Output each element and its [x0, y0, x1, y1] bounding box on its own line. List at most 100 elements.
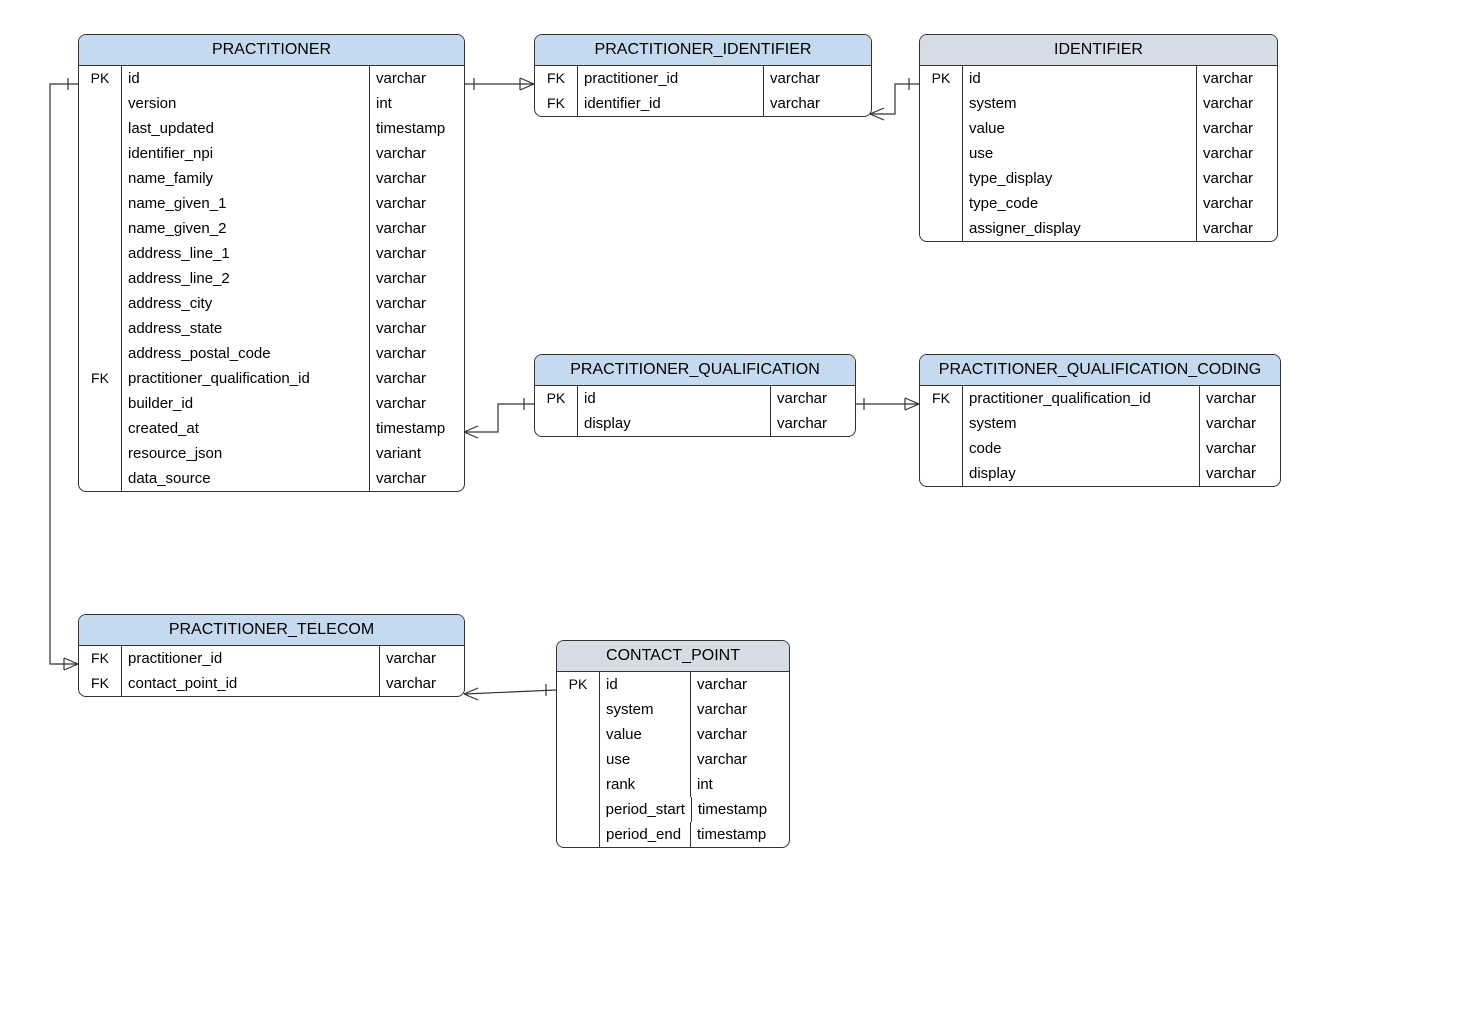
column-key: [79, 341, 122, 366]
column-name: address_state: [122, 316, 370, 341]
entity-row: assigner_displayvarchar: [920, 216, 1277, 241]
entity-row: valuevarchar: [920, 116, 1277, 141]
entity-row: last_updatedtimestamp: [79, 116, 464, 141]
entity-row: usevarchar: [920, 141, 1277, 166]
column-key: FK: [79, 671, 122, 696]
entity-row: FKpractitioner_qualification_idvarchar: [79, 366, 464, 391]
column-name: identifier_id: [578, 91, 764, 116]
column-name: assigner_display: [963, 216, 1197, 241]
entity-row: address_line_2varchar: [79, 266, 464, 291]
column-name: display: [963, 461, 1200, 486]
column-name: name_family: [122, 166, 370, 191]
column-key: [920, 436, 963, 461]
column-type: variant: [370, 441, 464, 466]
entity-row: codevarchar: [920, 436, 1280, 461]
entity-row: displayvarchar: [535, 411, 855, 436]
column-key: [920, 216, 963, 241]
entity-identifier: IDENTIFIERPKidvarcharsystemvarcharvaluev…: [919, 34, 1278, 242]
column-key: [920, 166, 963, 191]
column-name: use: [600, 747, 691, 772]
column-type: varchar: [370, 291, 464, 316]
column-type: varchar: [370, 241, 464, 266]
column-key: [79, 316, 122, 341]
entity-row: FKpractitioner_qualification_idvarchar: [920, 386, 1280, 411]
column-type: timestamp: [370, 416, 464, 441]
entity-practitioner: PRACTITIONERPKidvarcharversionintlast_up…: [78, 34, 465, 492]
column-type: varchar: [370, 216, 464, 241]
column-type: varchar: [1200, 386, 1280, 411]
entity-row: valuevarchar: [557, 722, 789, 747]
column-type: varchar: [1197, 141, 1277, 166]
column-name: practitioner_id: [578, 66, 764, 91]
entity-row: FKpractitioner_idvarchar: [535, 66, 871, 91]
column-key: [79, 116, 122, 141]
column-name: practitioner_qualification_id: [963, 386, 1200, 411]
entity-row: PKidvarchar: [920, 66, 1277, 91]
column-key: [79, 241, 122, 266]
column-type: varchar: [771, 386, 855, 411]
column-name: practitioner_id: [122, 646, 380, 671]
column-key: PK: [920, 66, 963, 91]
column-name: id: [600, 672, 691, 697]
entity-row: systemvarchar: [920, 91, 1277, 116]
column-key: PK: [535, 386, 578, 411]
column-type: varchar: [771, 411, 855, 436]
column-type: varchar: [370, 141, 464, 166]
entity-row: address_line_1varchar: [79, 241, 464, 266]
entity-row: systemvarchar: [557, 697, 789, 722]
entity-row: rankint: [557, 772, 789, 797]
column-key: [79, 216, 122, 241]
column-key: FK: [535, 66, 578, 91]
column-type: varchar: [691, 697, 789, 722]
column-name: data_source: [122, 466, 370, 491]
column-name: address_line_1: [122, 241, 370, 266]
entity-header: PRACTITIONER_TELECOM: [79, 615, 464, 646]
column-key: [557, 722, 600, 747]
column-type: varchar: [370, 191, 464, 216]
column-name: practitioner_qualification_id: [122, 366, 370, 391]
entity-row: resource_jsonvariant: [79, 441, 464, 466]
column-key: [920, 141, 963, 166]
entity-header: CONTACT_POINT: [557, 641, 789, 672]
column-name: code: [963, 436, 1200, 461]
entity-row: address_statevarchar: [79, 316, 464, 341]
column-type: varchar: [380, 671, 464, 696]
column-type: varchar: [764, 66, 871, 91]
column-key: PK: [79, 66, 122, 91]
column-type: varchar: [370, 466, 464, 491]
entity-row: type_displayvarchar: [920, 166, 1277, 191]
column-type: varchar: [1197, 166, 1277, 191]
column-key: [79, 91, 122, 116]
column-key: [535, 411, 578, 436]
entity-row: usevarchar: [557, 747, 789, 772]
entity-row: name_given_2varchar: [79, 216, 464, 241]
column-key: FK: [920, 386, 963, 411]
column-name: resource_json: [122, 441, 370, 466]
entity-row: FKcontact_point_idvarchar: [79, 671, 464, 696]
column-type: varchar: [370, 66, 464, 91]
column-key: [557, 697, 600, 722]
column-type: varchar: [691, 722, 789, 747]
column-name: address_postal_code: [122, 341, 370, 366]
entity-row: builder_idvarchar: [79, 391, 464, 416]
column-key: [920, 91, 963, 116]
column-type: varchar: [370, 391, 464, 416]
column-name: display: [578, 411, 771, 436]
column-type: varchar: [1200, 461, 1280, 486]
column-type: varchar: [1197, 91, 1277, 116]
column-type: varchar: [1200, 436, 1280, 461]
entity-practitioner-identifier: PRACTITIONER_IDENTIFIERFKpractitioner_id…: [534, 34, 872, 117]
entity-row: FKpractitioner_idvarchar: [79, 646, 464, 671]
entity-row: created_attimestamp: [79, 416, 464, 441]
column-type: varchar: [691, 672, 789, 697]
column-key: [557, 772, 600, 797]
column-type: varchar: [370, 266, 464, 291]
entity-row: identifier_npivarchar: [79, 141, 464, 166]
column-name: id: [963, 66, 1197, 91]
column-key: [920, 116, 963, 141]
column-key: [920, 411, 963, 436]
column-type: varchar: [370, 316, 464, 341]
column-type: timestamp: [370, 116, 464, 141]
column-type: timestamp: [691, 822, 789, 847]
column-name: builder_id: [122, 391, 370, 416]
